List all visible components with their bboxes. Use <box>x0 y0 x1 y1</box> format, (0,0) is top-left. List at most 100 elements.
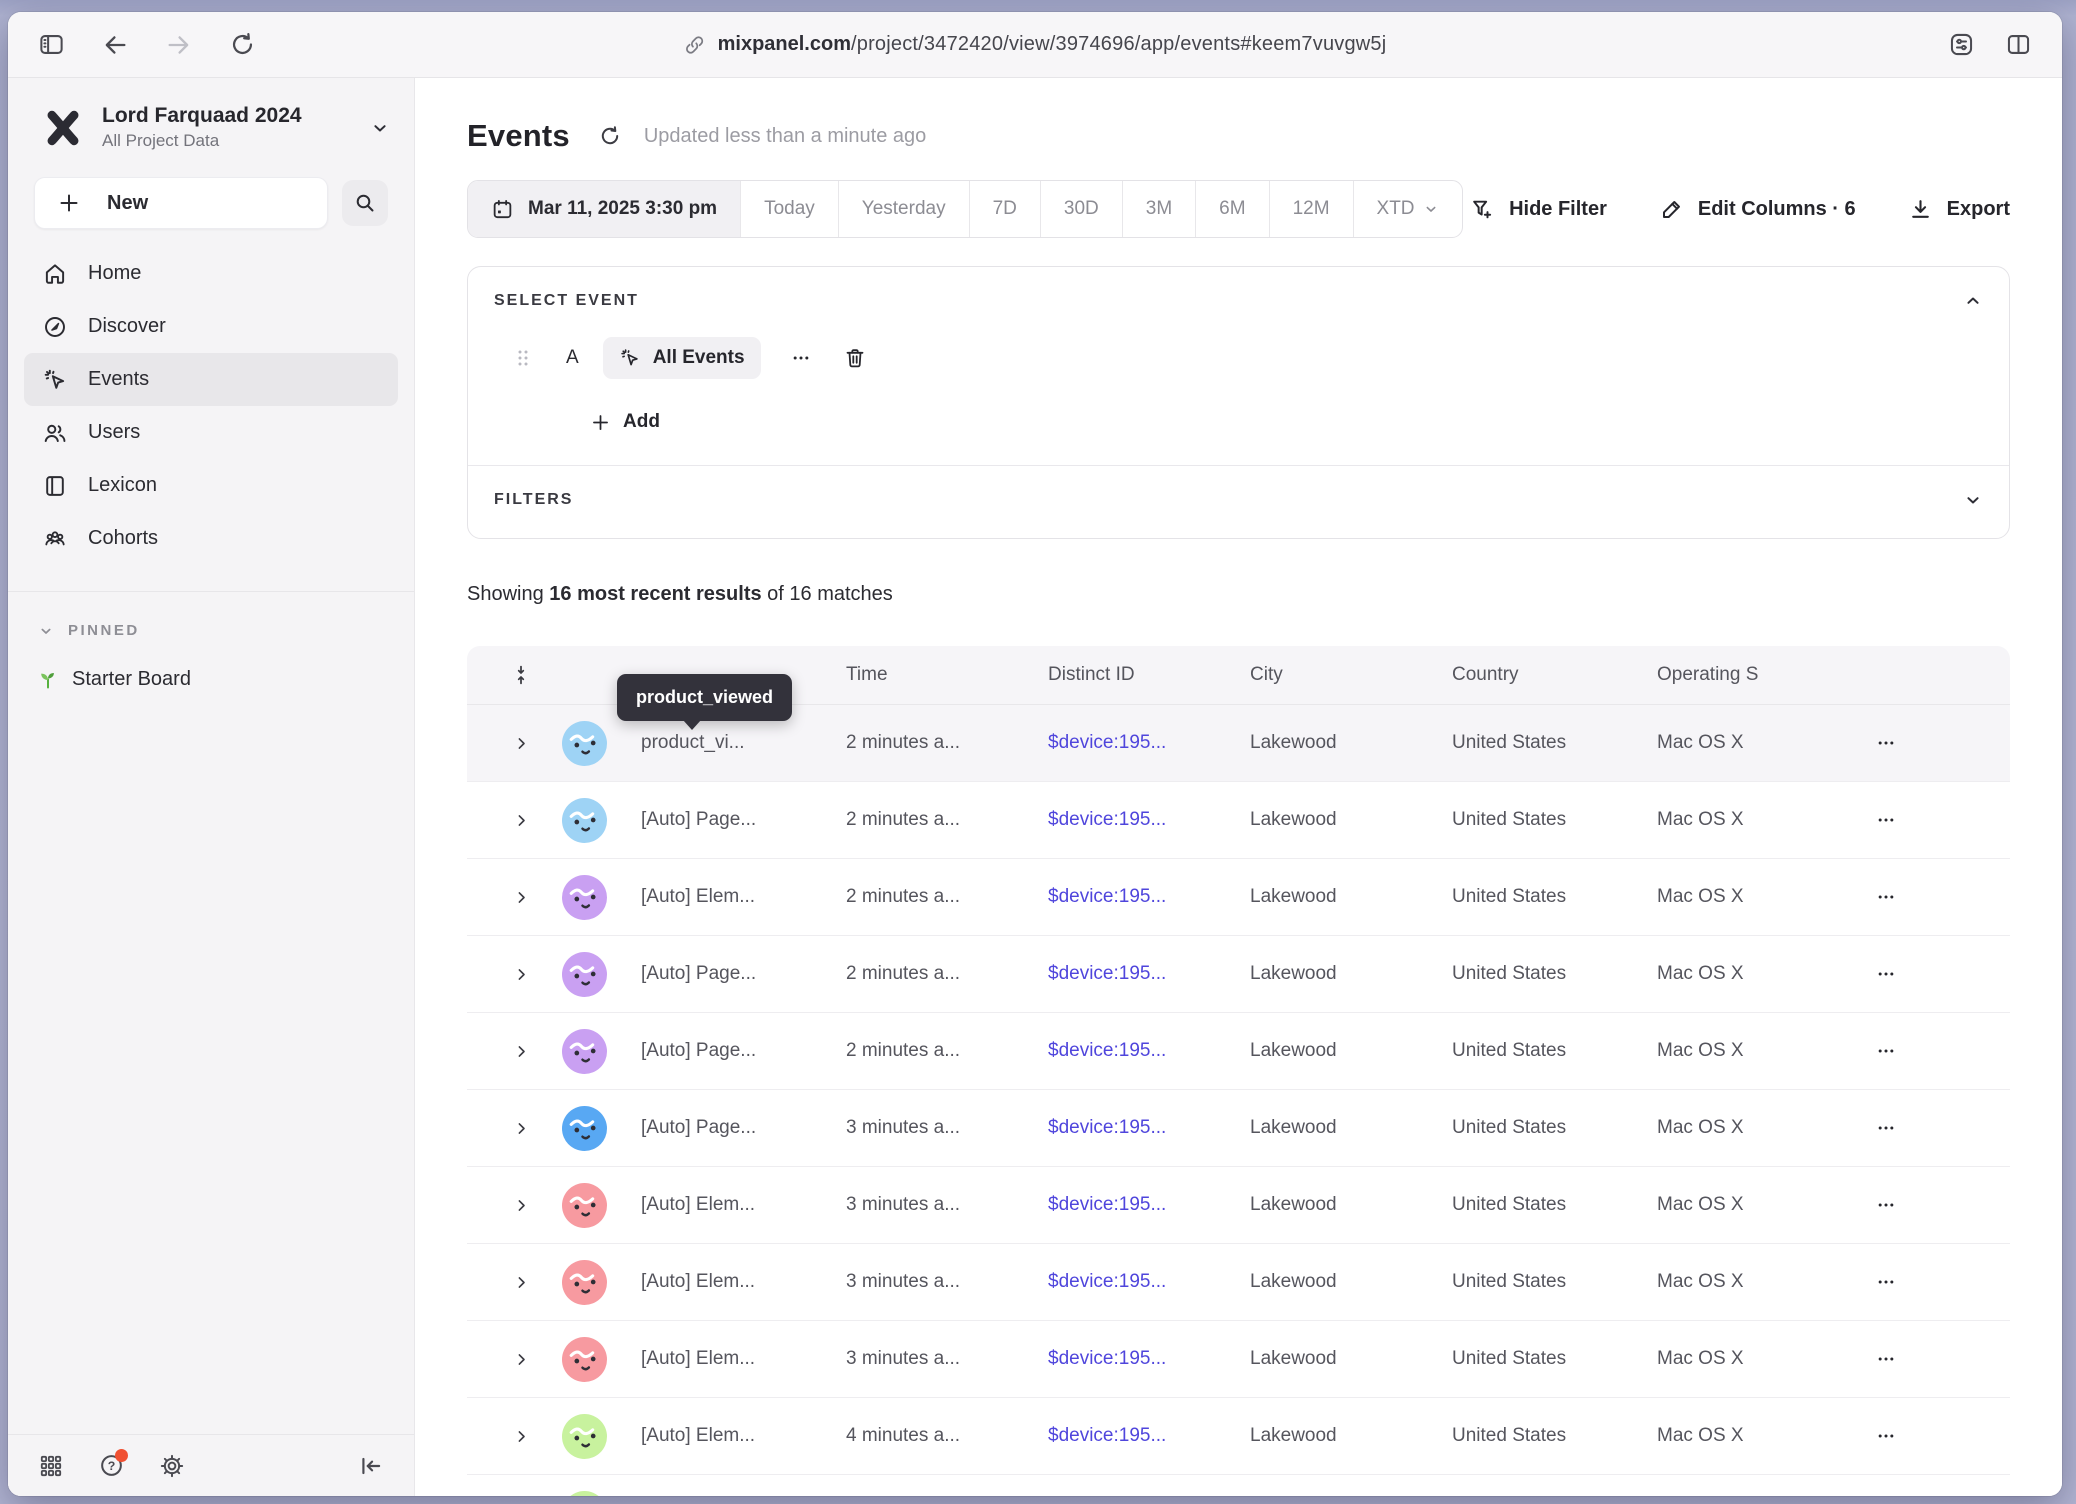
distinct-id-link[interactable]: $device:195... <box>1033 886 1235 908</box>
range-preset-yesterday[interactable]: Yesterday <box>838 181 969 237</box>
reload-button[interactable] <box>229 31 256 58</box>
distinct-id-link[interactable]: $device:195... <box>1033 1117 1235 1139</box>
sidebar-item-users[interactable]: Users <box>24 406 398 459</box>
table-row[interactable]: [Auto] Elem...3 minutes a...$device:195.… <box>467 1167 2010 1244</box>
sidebar-item-cohorts[interactable]: Cohorts <box>24 512 398 565</box>
sidebar-item-events[interactable]: Events <box>24 353 398 406</box>
range-preset-3m[interactable]: 3M <box>1122 181 1195 237</box>
distinct-id-link[interactable]: $device:195... <box>1033 1348 1235 1370</box>
event-avatar <box>562 1183 607 1228</box>
more-icon <box>791 348 811 368</box>
column-header-country[interactable]: Country <box>1437 664 1642 686</box>
row-menu-button[interactable] <box>1842 733 1896 753</box>
table-row[interactable] <box>467 1475 2010 1496</box>
back-button[interactable] <box>101 31 129 59</box>
event-avatar <box>562 1029 607 1074</box>
table-row[interactable]: [Auto] Page...2 minutes a...$device:195.… <box>467 1013 2010 1090</box>
address-bar[interactable]: mixpanel.com/project/3472420/view/397469… <box>684 12 1387 77</box>
column-header-city[interactable]: City <box>1235 664 1437 686</box>
row-menu-button[interactable] <box>1842 810 1896 830</box>
sidebar-item-starter-board[interactable]: Starter Board <box>8 639 414 691</box>
distinct-id-link[interactable]: $device:195... <box>1033 1271 1235 1293</box>
expand-row-button[interactable] <box>513 1351 530 1368</box>
range-preset-6m[interactable]: 6M <box>1195 181 1268 237</box>
row-menu-button[interactable] <box>1842 1118 1896 1138</box>
collapse-sidebar-button[interactable] <box>358 1453 384 1479</box>
range-preset-12m[interactable]: 12M <box>1269 181 1353 237</box>
row-menu-button[interactable] <box>1842 1426 1896 1446</box>
row-menu-button[interactable] <box>1842 1195 1896 1215</box>
date-picker[interactable]: Mar 11, 2025 3:30 pm <box>468 181 740 237</box>
forward-button[interactable] <box>165 31 193 59</box>
project-switcher[interactable]: Lord Farquaad 2024 All Project Data <box>8 92 414 161</box>
table-row[interactable]: [Auto] Elem...3 minutes a...$device:195.… <box>467 1321 2010 1398</box>
edit-columns-button[interactable]: Edit Columns · 6 <box>1659 197 1856 222</box>
distinct-id-link[interactable]: $device:195... <box>1033 1194 1235 1216</box>
new-button[interactable]: New <box>34 177 328 229</box>
seedling-icon <box>36 667 60 691</box>
refresh-button[interactable] <box>598 124 622 148</box>
apps-grid-button[interactable] <box>38 1453 64 1479</box>
delete-clause-button[interactable] <box>843 346 867 370</box>
distinct-id-link[interactable]: $device:195... <box>1033 1040 1235 1062</box>
help-button[interactable]: ? <box>98 1452 125 1479</box>
range-preset-7d[interactable]: 7D <box>969 181 1040 237</box>
split-view-icon <box>2005 31 2032 58</box>
table-row[interactable]: [Auto] Elem...4 minutes a...$device:195.… <box>467 1398 2010 1475</box>
browser-sidebar-toggle-button[interactable] <box>38 31 65 58</box>
export-button[interactable]: Export <box>1908 197 2010 222</box>
events-icon <box>42 367 68 393</box>
select-event-label: SELECT EVENT <box>494 292 639 310</box>
distinct-id-link[interactable]: $device:195... <box>1033 809 1235 831</box>
expand-row-button[interactable] <box>513 1197 530 1214</box>
table-row[interactable]: [Auto] Page...2 minutes a...$device:195.… <box>467 936 2010 1013</box>
sidebar-item-label: Home <box>88 262 141 285</box>
expand-filters-button[interactable] <box>1963 490 1983 510</box>
collapse-section-button[interactable] <box>1963 291 1983 311</box>
range-preset-30d[interactable]: 30D <box>1040 181 1122 237</box>
distinct-id-link[interactable]: $device:195... <box>1033 1425 1235 1447</box>
row-menu-button[interactable] <box>1842 887 1896 907</box>
range-preset-xtd[interactable]: XTD <box>1353 181 1462 237</box>
page-settings-button[interactable] <box>1948 31 1975 58</box>
expand-row-button[interactable] <box>513 1428 530 1445</box>
row-menu-button[interactable] <box>1842 1041 1896 1061</box>
event-selector-chip[interactable]: All Events <box>603 337 761 379</box>
distinct-id-link[interactable]: $device:195... <box>1033 963 1235 985</box>
range-preset-today[interactable]: Today <box>740 181 838 237</box>
split-view-button[interactable] <box>2005 31 2032 58</box>
table-row[interactable]: [Auto] Page...3 minutes a...$device:195.… <box>467 1090 2010 1167</box>
add-event-button[interactable]: Add <box>590 411 660 433</box>
more-icon <box>1876 1272 1896 1292</box>
hide-filter-button[interactable]: Hide Filter <box>1470 197 1607 222</box>
row-menu-button[interactable] <box>1842 1349 1896 1369</box>
expand-row-button[interactable] <box>513 1120 530 1137</box>
drag-handle-icon[interactable] <box>516 347 530 369</box>
settings-button[interactable] <box>159 1453 185 1479</box>
country-cell: United States <box>1437 732 1642 754</box>
column-header-os[interactable]: Operating S <box>1642 664 1842 686</box>
clause-more-button[interactable] <box>791 348 811 368</box>
column-header-time[interactable]: Time <box>831 664 1033 686</box>
row-menu-button[interactable] <box>1842 1272 1896 1292</box>
sidebar-item-home[interactable]: Home <box>24 247 398 300</box>
column-header-distinct-id[interactable]: Distinct ID <box>1033 664 1235 686</box>
table-row[interactable]: [Auto] Elem...2 minutes a...$device:195.… <box>467 859 2010 936</box>
expand-row-button[interactable] <box>513 966 530 983</box>
collapse-all-rows-button[interactable] <box>510 664 532 686</box>
table-row[interactable]: [Auto] Page...2 minutes a...$device:195.… <box>467 782 2010 859</box>
table-row[interactable]: [Auto] Elem...3 minutes a...$device:195.… <box>467 1244 2010 1321</box>
expand-row-button[interactable] <box>513 812 530 829</box>
expand-row-button[interactable] <box>513 735 530 752</box>
expand-row-button[interactable] <box>513 1274 530 1291</box>
expand-row-button[interactable] <box>513 889 530 906</box>
search-button[interactable] <box>342 180 388 226</box>
expand-row-button[interactable] <box>513 1043 530 1060</box>
distinct-id-link[interactable]: $device:195... <box>1033 732 1235 754</box>
sidebar-item-lexicon[interactable]: Lexicon <box>24 459 398 512</box>
pinned-section-header[interactable]: PINNED <box>8 592 414 639</box>
row-menu-button[interactable] <box>1842 964 1896 984</box>
plus-icon <box>590 412 611 433</box>
project-subtitle: All Project Data <box>102 131 352 151</box>
sidebar-item-discover[interactable]: Discover <box>24 300 398 353</box>
